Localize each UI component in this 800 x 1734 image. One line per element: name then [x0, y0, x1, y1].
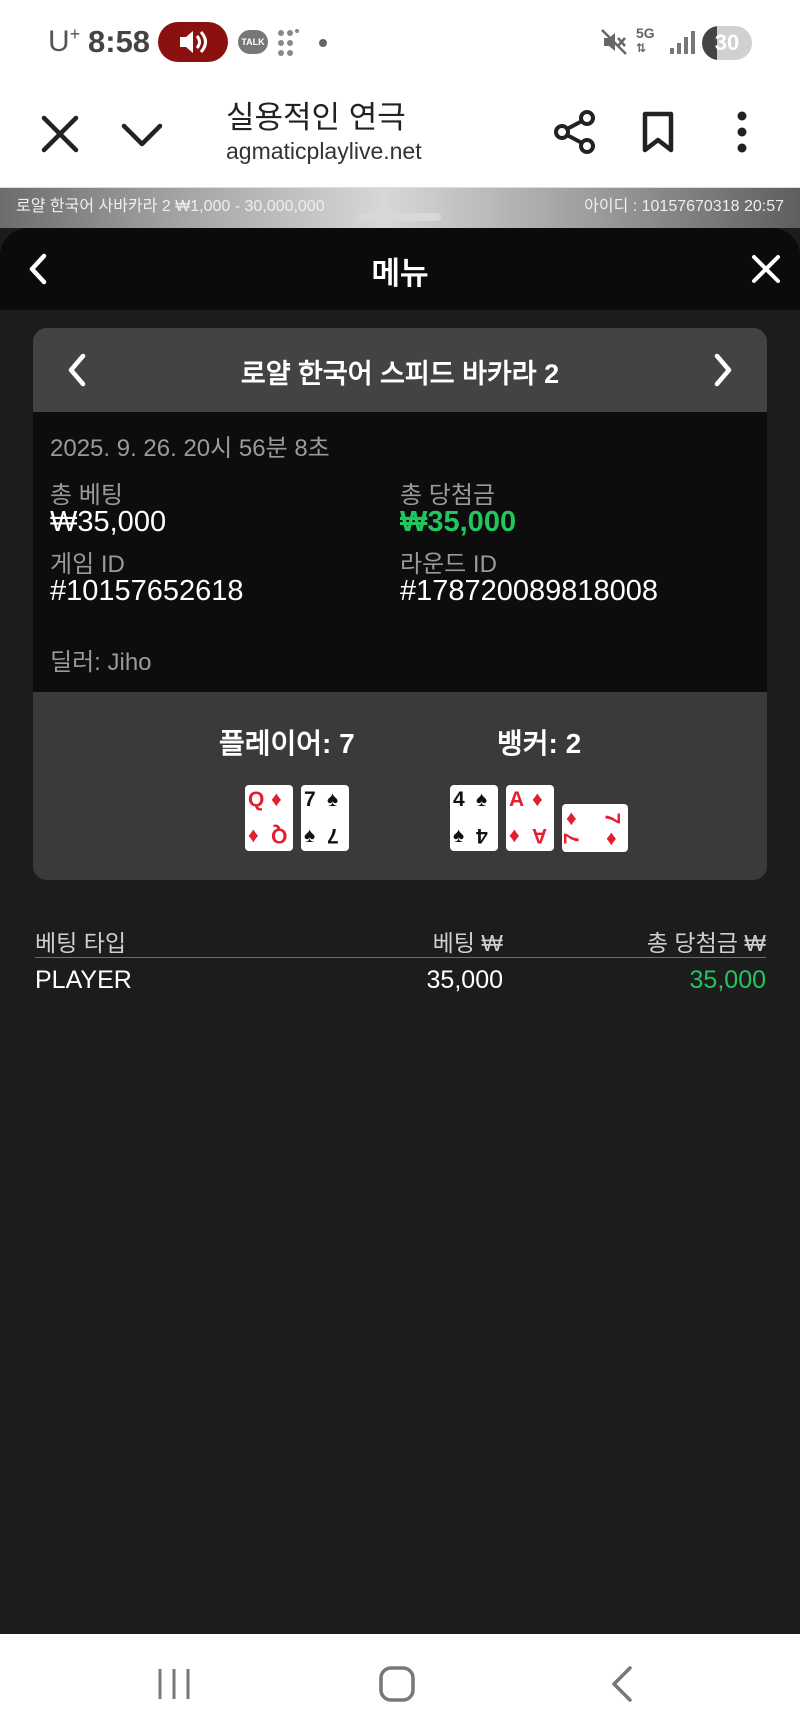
close-icon[interactable]	[748, 248, 784, 290]
total-bet-label: 총 베팅	[50, 482, 123, 509]
round-id-label: 라운드 ID	[400, 551, 497, 578]
round-id-value: #178720089818008	[400, 575, 659, 607]
close-icon[interactable]	[38, 112, 82, 156]
hands-section: 플레이어: 7 뱅커: 2 Q ♦ ♦ Q 7 ♠ ♠ 7 4 ♠ ♠ 4 A …	[33, 692, 767, 880]
col-bet-amount: 베팅 ₩	[432, 930, 503, 956]
banker-card-2: A ♦ ♦ A	[506, 785, 554, 851]
more-notifications-icon	[319, 39, 327, 47]
round-card-header: 로얄 한국어 스피드 바카라 2	[33, 328, 767, 412]
system-nav-bar	[0, 1634, 800, 1734]
table-header: 베팅 타입 베팅 ₩ 총 당첨금 ₩	[35, 916, 766, 958]
clock: 8:58	[88, 24, 151, 59]
network-5g-icon: 5G ⇅	[636, 25, 655, 55]
round-datetime: 2025. 9. 26. 20시 56분 8초	[50, 435, 330, 462]
cell-bet-type: PLAYER	[35, 966, 132, 994]
page-url[interactable]: agmaticplaylive.net	[226, 138, 446, 165]
menu-sheet: 메뉴 로얄 한국어 스피드 바카라 2 2025. 9. 26. 20시 56분…	[0, 228, 800, 1634]
player-card-1: Q ♦ ♦ Q	[245, 785, 293, 851]
stream-user-info: 아이디 : 10157670318 20:57	[584, 198, 784, 215]
home-icon[interactable]	[378, 1664, 416, 1704]
more-options-icon[interactable]	[726, 108, 758, 156]
banker-score: 뱅커: 2	[497, 728, 582, 759]
game-name: 로얄 한국어 스피드 바카라 2	[240, 359, 560, 389]
col-total-win: 총 당첨금 ₩	[646, 930, 766, 956]
chevron-down-icon[interactable]	[118, 112, 166, 156]
next-round-icon[interactable]	[705, 348, 741, 392]
total-win-label: 총 당첨금	[400, 482, 495, 509]
game-id-value: #10157652618	[50, 575, 244, 607]
bets-table: 베팅 타입 베팅 ₩ 총 당첨금 ₩ PLAYER 35,000 35,000	[35, 916, 766, 1004]
sheet-drag-handle[interactable]	[359, 213, 441, 221]
stream-table-info: 로얄 한국어 사바카라 2 ₩1,000 - 30,000,000	[16, 198, 325, 215]
menu-title: 메뉴	[371, 256, 429, 291]
share-icon[interactable]	[552, 108, 598, 156]
banker-card-3-rotated: ♦ 7 7 ♦	[560, 804, 628, 852]
speaker-icon	[180, 30, 207, 54]
player-score: 플레이어: 7	[219, 728, 355, 759]
dots-grid-icon	[278, 29, 299, 56]
player-card-2: 7 ♠ ♠ 7	[301, 785, 349, 851]
round-detail-card: 로얄 한국어 스피드 바카라 2 2025. 9. 26. 20시 56분 8초…	[33, 328, 767, 880]
banker-card-1: 4 ♠ ♠ 4	[450, 785, 498, 851]
status-bar: U+ 8:58 TALK 5G ⇅ 30	[0, 0, 800, 86]
live-stream-backdrop: 로얄 한국어 사바카라 2 ₩1,000 - 30,000,000 아이디 : …	[0, 188, 800, 228]
back-icon[interactable]	[606, 1664, 636, 1704]
volume-indicator[interactable]	[158, 22, 228, 62]
total-win-value: ₩35,000	[400, 506, 517, 538]
game-id-label: 게임 ID	[50, 551, 125, 578]
battery-icon: 30	[702, 26, 752, 60]
cell-bet-amount: 35,000	[426, 966, 503, 994]
signal-icon	[670, 31, 695, 54]
browser-toolbar: 실용적인 연극 agmaticplaylive.net	[0, 86, 800, 188]
cell-total-win: 35,000	[689, 966, 766, 994]
page-title: 실용적인 연극	[226, 100, 406, 135]
table-row: PLAYER 35,000 35,000	[35, 958, 766, 1004]
kakaotalk-icon: TALK	[238, 30, 268, 54]
menu-header: 메뉴	[0, 228, 800, 310]
round-summary: 2025. 9. 26. 20시 56분 8초 총 베팅 ₩35,000 총 당…	[33, 412, 767, 692]
mute-icon	[601, 29, 627, 55]
total-bet-value: ₩35,000	[50, 506, 167, 538]
col-bet-type: 베팅 타입	[35, 930, 127, 956]
recent-apps-icon[interactable]	[156, 1666, 192, 1702]
carrier-label: U+	[48, 24, 81, 58]
bookmark-icon[interactable]	[638, 110, 678, 154]
dealer-name: 딜러: Jiho	[50, 649, 152, 676]
